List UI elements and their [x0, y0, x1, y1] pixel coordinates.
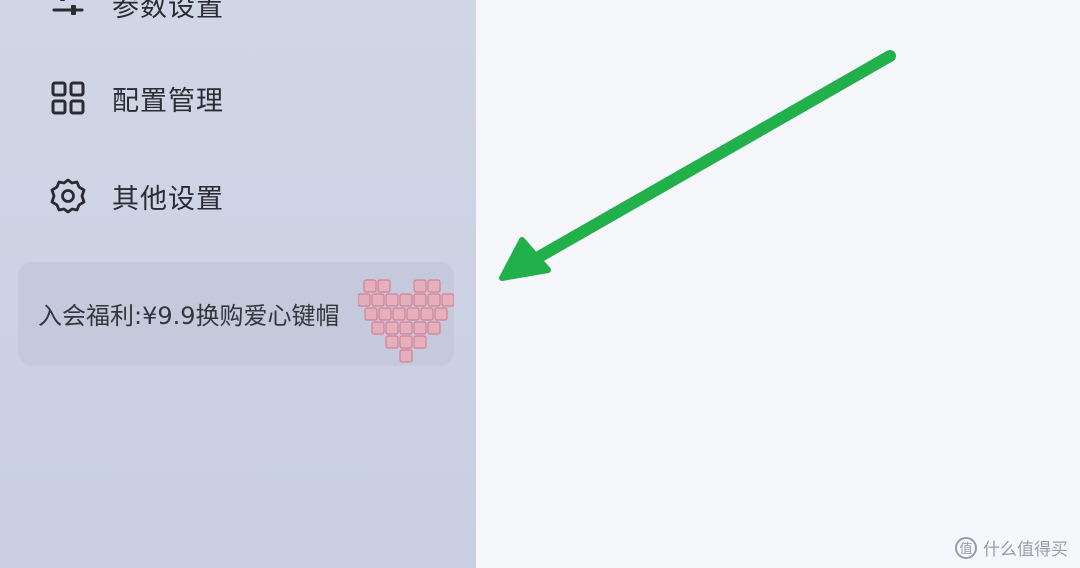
sidebar: 参数设置 配置管理 其他设置 入会福利:¥9.9换购爱心键帽 — [0, 0, 476, 568]
sidebar-item-other-settings[interactable]: 其他设置 — [40, 166, 450, 226]
sidebar-item-label: 配置管理 — [112, 85, 224, 117]
app-window: 参数设置 配置管理 其他设置 入会福利:¥9.9换购爱心键帽 值 什么值得买 — [0, 0, 1080, 568]
sidebar-item-label: 其他设置 — [112, 183, 224, 215]
sidebar-item-parameter-settings[interactable]: 参数设置 — [40, 0, 450, 34]
grid-icon — [48, 78, 88, 118]
sidebar-item-label: 参数设置 — [112, 0, 224, 23]
sliders-icon — [48, 0, 88, 24]
watermark: 值 什么值得买 — [955, 535, 1068, 560]
watermark-icon: 值 — [955, 536, 977, 559]
promo-text: 入会福利:¥9.9换购爱心键帽 — [38, 302, 340, 330]
sidebar-item-config-management[interactable]: 配置管理 — [40, 68, 450, 128]
heart-keycaps-image — [358, 279, 454, 363]
main-content — [476, 0, 1080, 568]
gear-icon — [48, 176, 88, 216]
promo-banner[interactable]: 入会福利:¥9.9换购爱心键帽 — [18, 262, 454, 366]
watermark-text: 什么值得买 — [983, 540, 1068, 560]
